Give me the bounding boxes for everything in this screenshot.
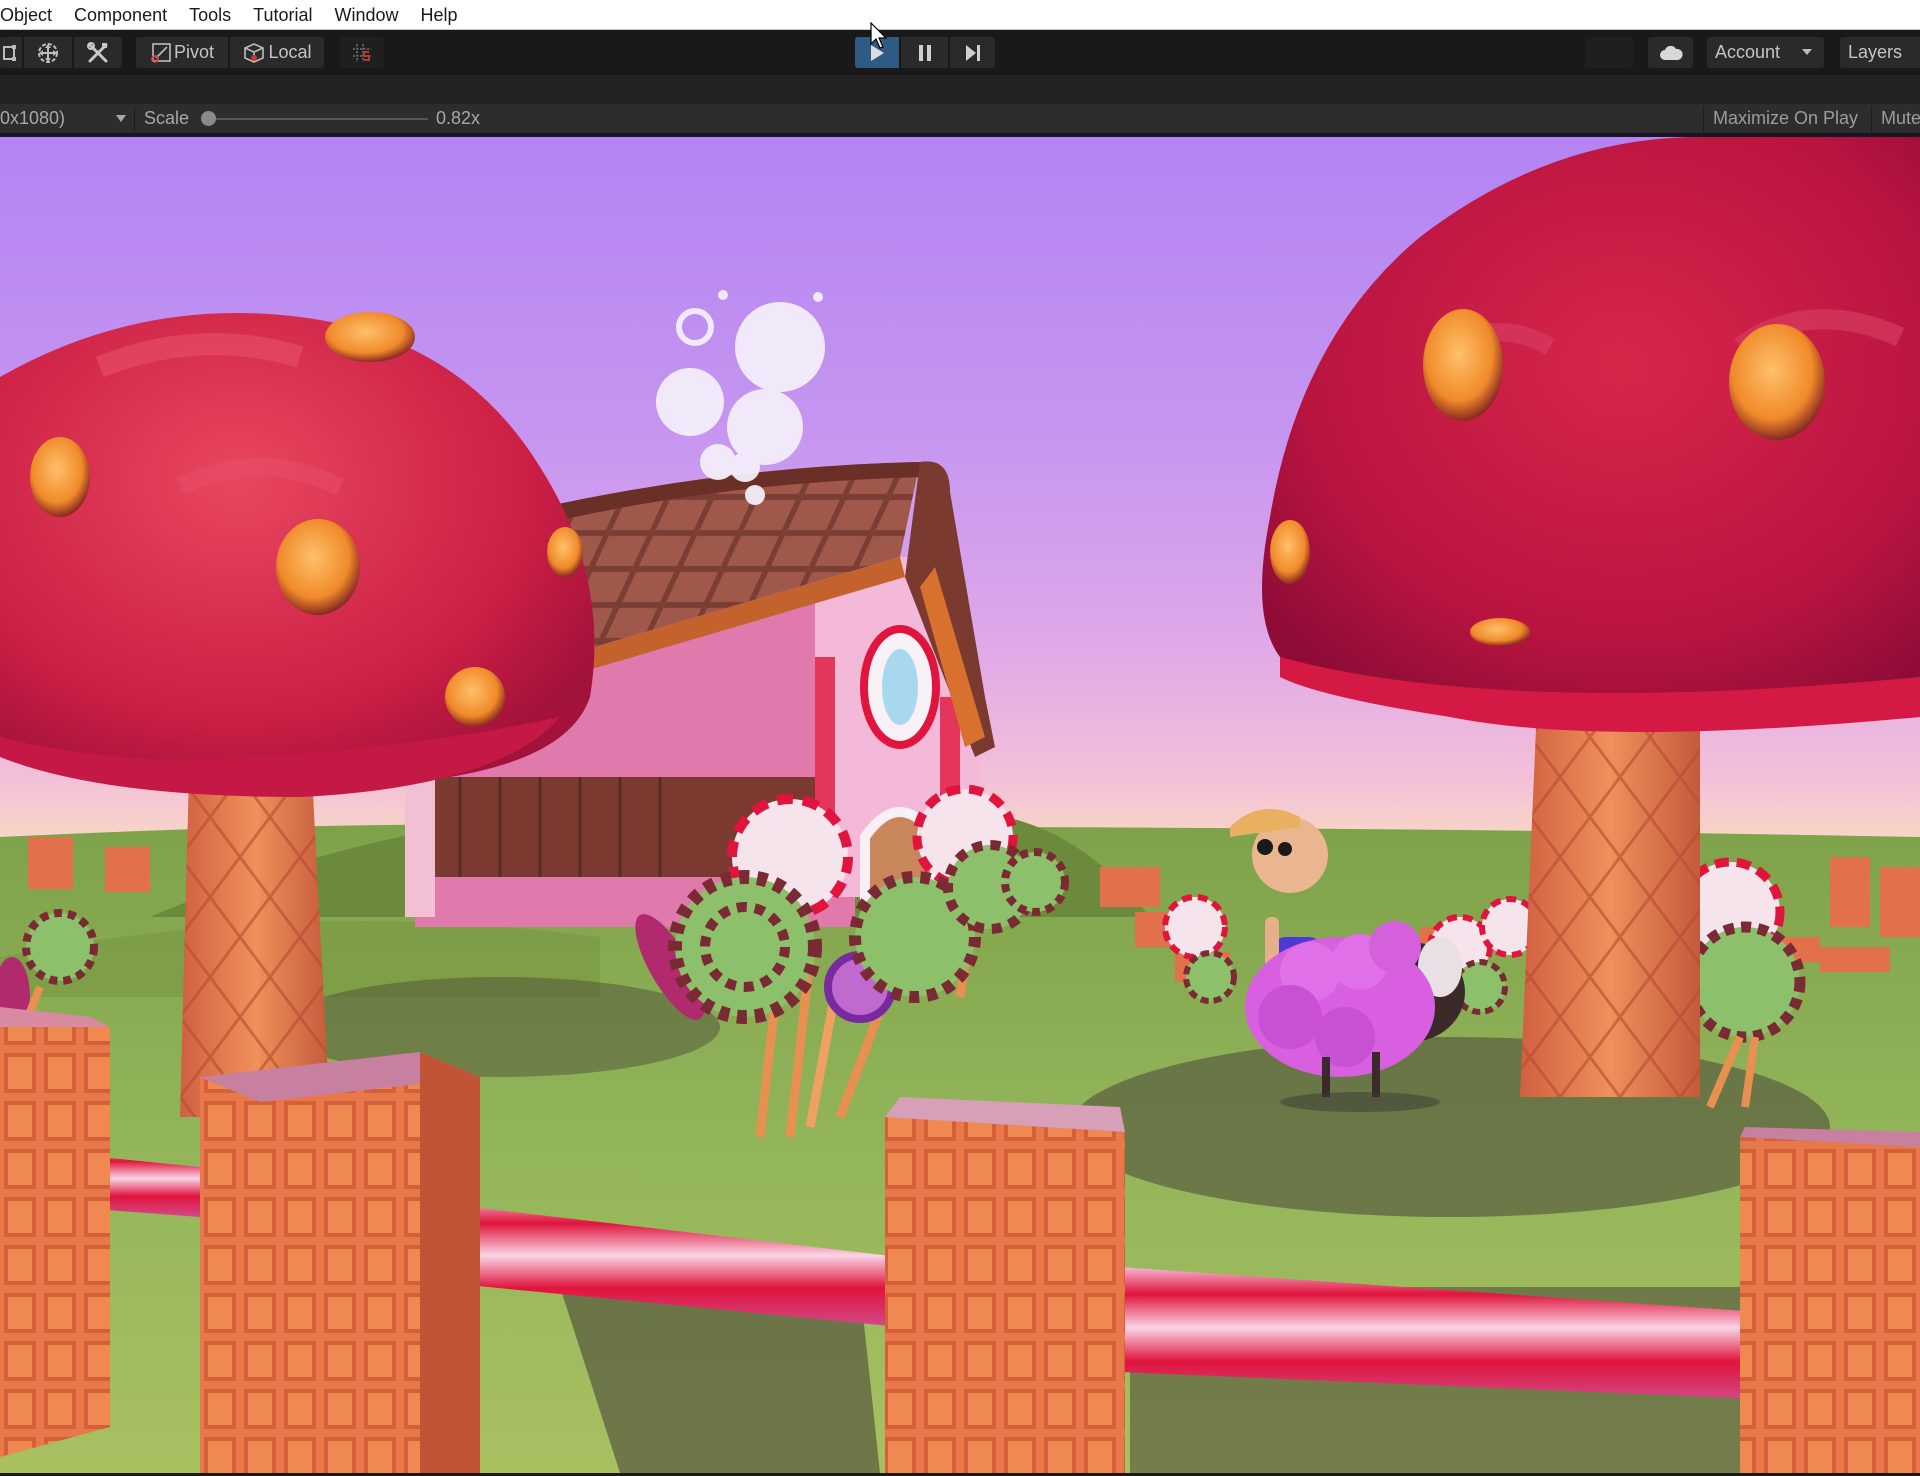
mushroom-spot xyxy=(30,437,90,517)
collab-button[interactable] xyxy=(1585,37,1633,68)
shadow xyxy=(1070,1037,1830,1217)
grid-snap-button[interactable] xyxy=(340,37,384,68)
mushroom-spot xyxy=(1729,324,1825,440)
tools-icon xyxy=(86,41,110,65)
pivot-label: Pivot xyxy=(173,42,215,62)
scale-slider-track[interactable] xyxy=(208,118,428,120)
menu-window[interactable]: Window xyxy=(323,0,409,30)
mushroom-spot xyxy=(1423,309,1503,421)
local-cube-icon xyxy=(242,42,266,64)
resolution-dropdown[interactable]: 0x1080) xyxy=(0,104,133,133)
custom-tool-button[interactable] xyxy=(74,37,122,68)
account-dropdown[interactable]: Account xyxy=(1707,37,1824,68)
layers-label: Layers xyxy=(1848,42,1903,62)
game-viewport[interactable] xyxy=(0,137,1920,1473)
menu-tools[interactable]: Tools xyxy=(178,0,242,30)
maximize-on-play-toggle[interactable]: Maximize On Play xyxy=(1705,104,1866,133)
transform-tool-button[interactable] xyxy=(24,37,72,68)
chevron-down-icon xyxy=(116,115,126,122)
mushroom-spot xyxy=(325,312,415,362)
layers-dropdown[interactable]: Layers xyxy=(1840,37,1920,68)
toolbar-spacer xyxy=(0,75,1920,104)
cloud-icon xyxy=(1659,45,1683,61)
local-label: Local xyxy=(268,42,312,62)
rect-tool-button[interactable] xyxy=(0,37,22,68)
game-view-toolbar: 0x1080) Scale 0.82x Maximize On Play Mut… xyxy=(0,104,1920,135)
rect-transform-icon xyxy=(3,44,19,62)
pause-button[interactable] xyxy=(901,37,948,68)
pause-icon xyxy=(918,44,932,62)
step-icon xyxy=(964,44,982,62)
menu-help[interactable]: Help xyxy=(410,0,469,30)
scale-label: Scale xyxy=(144,108,190,128)
main-toolbar: Pivot Local Account Layers xyxy=(0,30,1920,75)
menu-tutorial[interactable]: Tutorial xyxy=(242,0,323,30)
play-button[interactable] xyxy=(855,37,899,68)
account-label: Account xyxy=(1715,42,1781,62)
mushroom-spot xyxy=(1470,618,1530,646)
mushroom-spot xyxy=(547,527,583,577)
divider xyxy=(134,106,135,132)
menu-object[interactable]: Object xyxy=(0,0,63,30)
menu-component[interactable]: Component xyxy=(63,0,178,30)
mushroom-spot xyxy=(1270,520,1310,584)
mushroom-cap xyxy=(1262,137,1920,705)
cloud-button[interactable] xyxy=(1648,37,1693,68)
game-scene xyxy=(0,137,1920,1473)
play-icon xyxy=(869,44,885,62)
chevron-down-icon xyxy=(1802,49,1812,55)
scale-slider-handle[interactable] xyxy=(200,111,216,126)
step-button[interactable] xyxy=(950,37,995,68)
divider xyxy=(1871,106,1872,132)
local-toggle-button[interactable]: Local xyxy=(230,37,324,68)
pivot-icon xyxy=(150,42,172,64)
resolution-label: 0x1080) xyxy=(0,108,66,128)
mushroom-spot xyxy=(445,667,505,727)
menu-bar: Object Component Tools Tutorial Window H… xyxy=(0,0,1920,30)
divider xyxy=(1703,106,1704,132)
mushroom-spot xyxy=(276,519,360,615)
mute-audio-toggle[interactable]: Mute xyxy=(1873,104,1920,133)
scale-value: 0.82x xyxy=(436,108,481,128)
pivot-toggle-button[interactable]: Pivot xyxy=(136,37,228,68)
grid-snap-icon xyxy=(351,42,373,64)
move-rotate-scale-icon xyxy=(35,40,61,66)
